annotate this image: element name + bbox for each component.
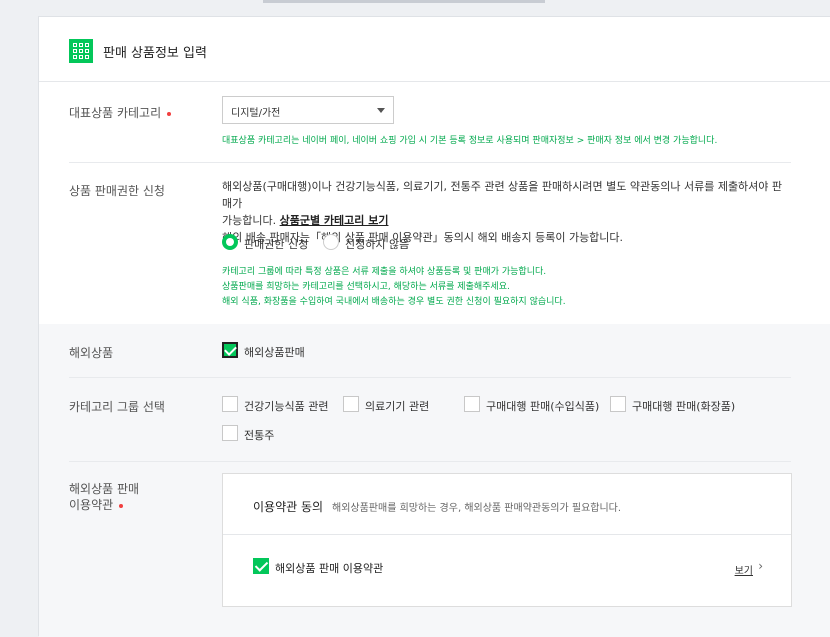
- panel-header: 판매 상품정보 입력: [39, 17, 830, 82]
- radio-not-apply-label[interactable]: 신청하지 않음: [345, 236, 409, 252]
- overseas-checkbox-label[interactable]: 해외상품판매: [244, 344, 305, 360]
- divider: [69, 461, 791, 462]
- required-dot: [167, 111, 172, 116]
- overseas-checkbox[interactable]: [222, 342, 238, 358]
- terms-title: 이용약관 동의: [253, 500, 324, 514]
- group-option-import-food[interactable]: 구매대행 판매(수입식품): [486, 398, 599, 414]
- group-checkbox-import-food[interactable]: [464, 396, 480, 412]
- permission-desc-line2: 가능합니다. 상품군별 카테고리 보기: [222, 212, 792, 229]
- permission-label: 상품 판매권한 신청: [69, 184, 165, 198]
- radio-apply[interactable]: [222, 234, 238, 250]
- group-checkbox-health[interactable]: [222, 396, 238, 412]
- terms-item-label[interactable]: 해외상품 판매 이용약관: [275, 560, 383, 576]
- group-option-health[interactable]: 건강기능식품 관련: [244, 398, 328, 414]
- group-option-cosmetics[interactable]: 구매대행 판매(화장품): [632, 398, 735, 414]
- terms-label-line2: 이용약관: [69, 498, 114, 512]
- chevron-right-icon[interactable]: ›: [758, 559, 763, 573]
- permission-note-2: 상품판매를 희망하는 카테고리를 선택하시고, 해당하는 서류를 제출해주세요.: [222, 282, 510, 292]
- terms-subtitle: 해외상품판매를 희망하는 경우, 해외상품 판매약관동의가 필요합니다.: [332, 503, 622, 514]
- radio-not-apply[interactable]: [323, 234, 339, 250]
- category-note: 대표상품 카테고리는 네이버 페이, 네이버 쇼핑 가입 시 기본 등록 정보로…: [222, 136, 718, 146]
- required-dot: [119, 503, 124, 508]
- divider: [69, 377, 791, 378]
- terms-label-line1: 해외상품 판매: [69, 482, 140, 496]
- permission-notes: 카테고리 그룹에 따라 특정 상품은 서류 제출을 하셔야 상품등록 및 판매가…: [222, 265, 566, 310]
- group-checkbox-medical[interactable]: [343, 396, 359, 412]
- page-title: 판매 상품정보 입력: [103, 46, 207, 61]
- top-scroll-indicator: [263, 0, 545, 3]
- group-checkbox-cosmetics[interactable]: [610, 396, 626, 412]
- group-option-liquor[interactable]: 전통주: [244, 427, 274, 443]
- permission-desc-prefix: 가능합니다.: [222, 214, 277, 227]
- category-select-value: 디지털/가전: [231, 108, 281, 119]
- overseas-label: 해외상품: [69, 346, 114, 360]
- category-guide-link[interactable]: 상품군별 카테고리 보기: [280, 214, 389, 227]
- category-label: 대표상품 카테고리: [69, 104, 172, 121]
- category-select[interactable]: 디지털/가전: [222, 96, 394, 124]
- group-checkbox-liquor[interactable]: [222, 425, 238, 441]
- terms-box: 이용약관 동의 해외상품판매를 희망하는 경우, 해외상품 판매약관동의가 필요…: [222, 473, 792, 607]
- group-option-medical[interactable]: 의료기기 관련: [365, 398, 429, 414]
- product-info-panel: 판매 상품정보 입력 대표상품 카테고리 디지털/가전 대표상품 카테고리는 네…: [38, 16, 830, 637]
- radio-apply-label[interactable]: 판매권한 신청: [244, 236, 308, 252]
- category-label-text: 대표상품 카테고리: [69, 106, 162, 120]
- grid-icon: [69, 39, 93, 63]
- permission-desc-line1: 해외상품(구매대행)이나 건강기능식품, 의료기기, 전통주 관련 상품을 판매…: [222, 180, 783, 210]
- terms-agree-checkbox[interactable]: [253, 558, 269, 574]
- divider: [223, 534, 791, 535]
- terms-label: 해외상품 판매 이용약관: [69, 481, 139, 513]
- caret-down-icon: [377, 108, 385, 113]
- permission-note-1: 카테고리 그룹에 따라 특정 상품은 서류 제출을 하셔야 상품등록 및 판매가…: [222, 267, 547, 277]
- group-label: 카테고리 그룹 선택: [69, 400, 165, 414]
- terms-view-link[interactable]: 보기: [735, 562, 753, 577]
- divider: [69, 162, 791, 163]
- permission-note-3: 해외 식품, 화장품을 수입하여 국내에서 배송하는 경우 별도 권한 신청이 …: [222, 297, 566, 307]
